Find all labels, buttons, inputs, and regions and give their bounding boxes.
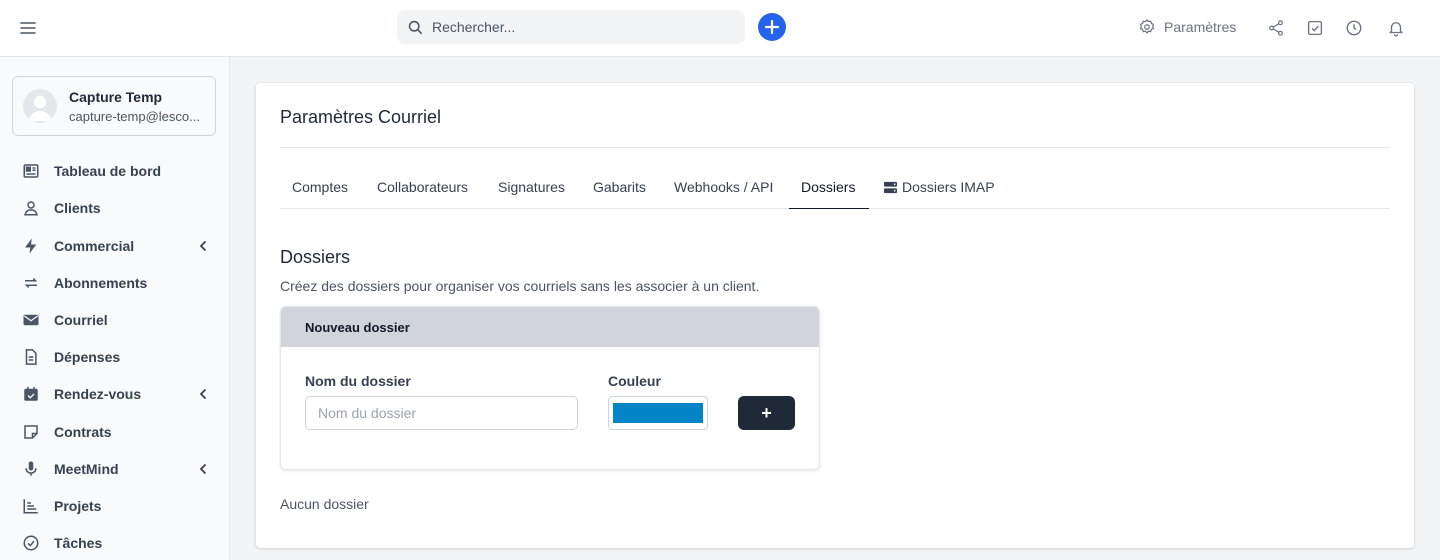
tab-collaborators[interactable]: Collaborateurs: [365, 171, 480, 209]
tab-label: Signatures: [498, 179, 565, 195]
sidebar-item-dashboard[interactable]: Tableau de bord: [0, 156, 229, 186]
sidebar-item-email[interactable]: Courriel: [0, 305, 229, 335]
dashboard-icon: [22, 162, 40, 180]
sidebar-item-label: Commercial: [54, 238, 135, 254]
panel-header: Nouveau dossier: [281, 307, 819, 347]
user-name: Capture Temp: [69, 88, 163, 105]
sidebar-item-label: Dépenses: [54, 349, 121, 365]
tab-label: Dossiers IMAP: [902, 179, 995, 195]
settings-label: Paramètres: [1164, 19, 1237, 35]
search-input[interactable]: [432, 19, 722, 35]
search-icon: [407, 19, 424, 36]
color-swatch: [613, 403, 703, 423]
checkbox-icon[interactable]: [1306, 19, 1324, 37]
tab-webhooks[interactable]: Webhooks / API: [662, 171, 785, 209]
plus-icon: [765, 20, 779, 34]
folder-name-label: Nom du dossier: [305, 373, 411, 389]
sidebar-item-label: MeetMind: [54, 461, 119, 477]
tab-imap-folders[interactable]: Dossiers IMAP: [872, 171, 1007, 209]
tab-label: Collaborateurs: [377, 179, 469, 195]
sidebar-item-label: Tableau de bord: [54, 163, 162, 179]
sidebar-item-appointments[interactable]: Rendez-vous: [0, 379, 229, 409]
avatar: [23, 89, 57, 123]
user-email: capture-temp@lesco...: [69, 108, 200, 124]
user-icon: [22, 199, 40, 217]
share-icon[interactable]: [1267, 19, 1285, 37]
sidebar-item-meetmind[interactable]: MeetMind: [0, 454, 229, 484]
sidebar-item-label: Projets: [54, 498, 102, 514]
bell-icon[interactable]: [1387, 19, 1405, 37]
sidebar-item-label: Clients: [54, 200, 101, 216]
note-icon: [22, 423, 40, 441]
add-folder-button[interactable]: +: [738, 396, 795, 430]
search-bar[interactable]: [397, 10, 745, 44]
chevron-left-icon[interactable]: [197, 388, 209, 400]
sidebar-item-projects[interactable]: Projets: [0, 491, 229, 521]
empty-state-text: Aucun dossier: [280, 496, 369, 512]
page-title: Paramètres Courriel: [280, 107, 442, 127]
check-circle-icon: [22, 534, 40, 552]
sidebar-item-subscriptions[interactable]: Abonnements: [0, 268, 229, 298]
sidebar-item-label: Contrats: [54, 424, 112, 440]
sidebar-item-expenses[interactable]: Dépenses: [0, 342, 229, 372]
sidebar-item-label: Tâches: [54, 535, 103, 551]
sidebar-item-label: Rendez-vous: [54, 386, 142, 402]
quick-add-button[interactable]: [758, 13, 786, 41]
tab-label: Webhooks / API: [674, 179, 774, 195]
tab-label: Dossiers: [801, 179, 856, 195]
new-folder-panel: Nouveau dossier Nom du dossier Couleur +: [280, 306, 820, 470]
microphone-icon: [22, 460, 40, 478]
user-profile-card[interactable]: Capture Temp capture-temp@lesco...: [12, 76, 216, 136]
folder-name-input[interactable]: [305, 396, 578, 430]
tab-templates[interactable]: Gabarits: [581, 171, 658, 209]
document-icon: [22, 348, 40, 366]
top-bar: Paramètres: [0, 0, 1440, 57]
clock-icon[interactable]: [1345, 19, 1363, 37]
sidebar-item-label: Courriel: [54, 312, 108, 328]
sidebar-item-commercial[interactable]: Commercial: [0, 231, 229, 261]
section-description: Créez des dossiers pour organiser vos co…: [280, 278, 760, 294]
tab-signatures[interactable]: Signatures: [486, 171, 577, 209]
tab-accounts[interactable]: Comptes: [280, 171, 360, 209]
settings-link[interactable]: Paramètres: [1138, 18, 1236, 36]
tab-label: Comptes: [292, 179, 349, 195]
sidebar-item-tasks[interactable]: Tâches: [0, 528, 229, 558]
envelope-icon: [22, 311, 40, 329]
sidebar-item-contracts[interactable]: Contrats: [0, 417, 229, 447]
repeat-icon: [22, 274, 40, 292]
sidebar-item-label: Abonnements: [54, 275, 148, 291]
tab-folders[interactable]: Dossiers: [789, 171, 869, 209]
gear-icon: [1138, 18, 1156, 36]
chart-icon: [22, 497, 40, 515]
tab-label: Gabarits: [593, 179, 646, 195]
sidebar: Capture Temp capture-temp@lesco... Table…: [0, 57, 230, 560]
calendar-icon: [22, 385, 40, 403]
settings-card: Paramètres Courriel Comptes Collaborateu…: [256, 83, 1414, 548]
hamburger-icon[interactable]: [18, 18, 38, 38]
chevron-left-icon[interactable]: [197, 240, 209, 252]
server-icon: [884, 181, 897, 194]
color-label: Couleur: [608, 373, 661, 389]
color-picker[interactable]: [608, 396, 708, 430]
sidebar-item-clients[interactable]: Clients: [0, 193, 229, 223]
section-title: Dossiers: [280, 247, 351, 267]
tab-bar: Comptes Collaborateurs Signatures Gabari…: [280, 171, 1390, 209]
divider: [280, 147, 1390, 148]
chevron-left-icon[interactable]: [197, 463, 209, 475]
lightning-icon: [22, 237, 40, 255]
